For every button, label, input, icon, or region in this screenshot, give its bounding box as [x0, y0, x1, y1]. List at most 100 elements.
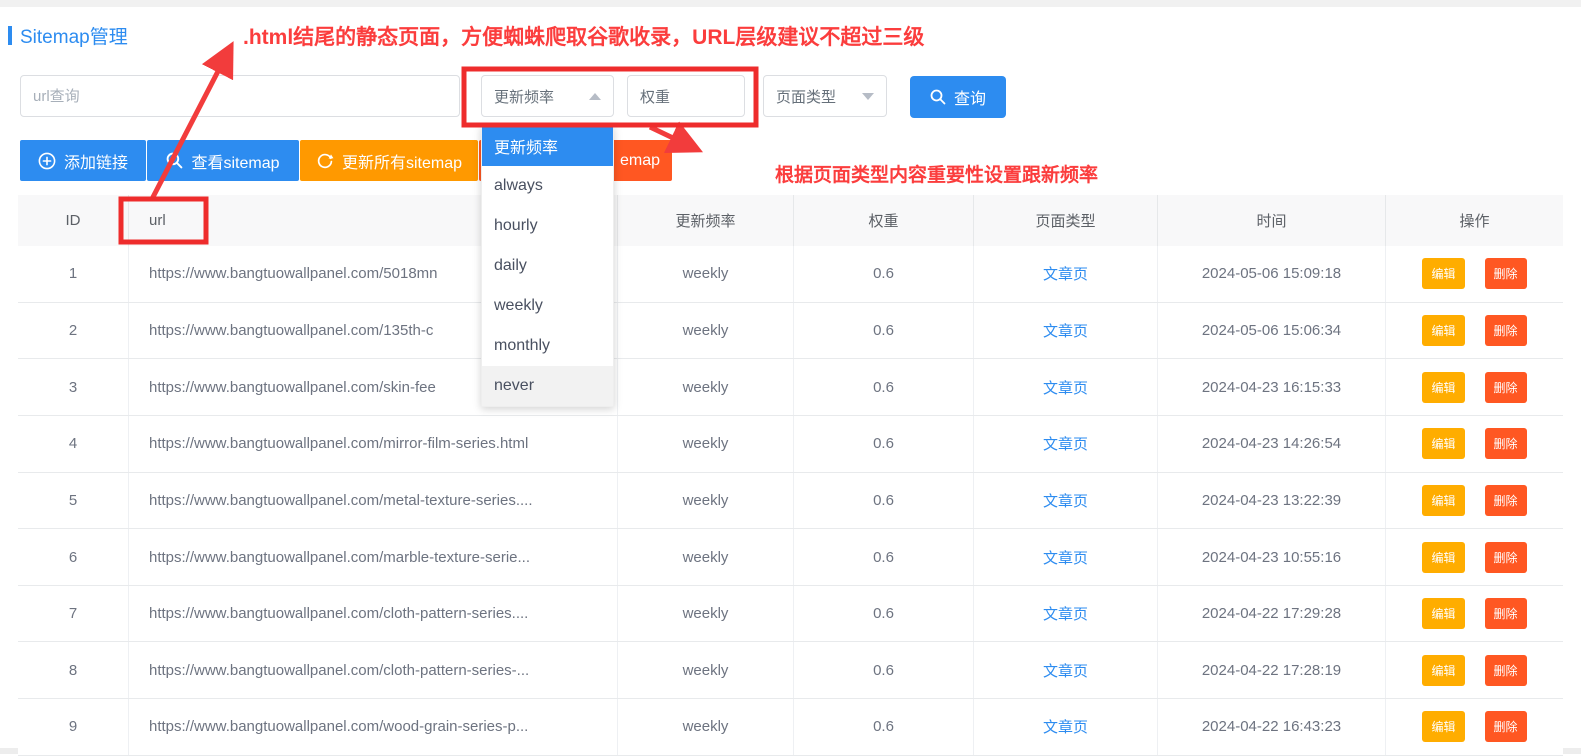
- edit-button[interactable]: 编辑: [1422, 655, 1464, 686]
- table-row: 3https://www.bangtuowallpanel.com/skin-f…: [18, 359, 1563, 416]
- cell-weight: 0.6: [793, 699, 973, 755]
- edit-button[interactable]: 编辑: [1422, 542, 1464, 573]
- cell-id: 8: [18, 642, 128, 698]
- page-type-link[interactable]: 文章页: [1043, 547, 1088, 568]
- title-accent-bar: [8, 26, 12, 45]
- delete-button[interactable]: 删除: [1485, 372, 1527, 403]
- cell-frequency: weekly: [617, 473, 793, 529]
- page-type-link[interactable]: 文章页: [1043, 377, 1088, 398]
- cell-frequency: weekly: [617, 416, 793, 472]
- delete-button[interactable]: 删除: [1485, 542, 1527, 573]
- cell-time: 2024-04-23 10:55:16: [1157, 529, 1385, 585]
- cell-time: 2024-04-23 14:26:54: [1157, 416, 1385, 472]
- cell-id: 9: [18, 699, 128, 755]
- cell-frequency: weekly: [617, 246, 793, 302]
- cell-url: https://www.bangtuowallpanel.com/metal-t…: [128, 473, 617, 529]
- search-icon: [166, 152, 183, 169]
- dropdown-option-weekly[interactable]: weekly: [482, 286, 613, 326]
- edit-button[interactable]: 编辑: [1422, 485, 1464, 516]
- add-link-button[interactable]: 添加链接: [20, 140, 146, 181]
- cell-operations: 编辑删除: [1385, 642, 1563, 698]
- table-row: 2https://www.bangtuowallpanel.com/135th-…: [18, 303, 1563, 360]
- delete-button[interactable]: 删除: [1485, 655, 1527, 686]
- url-search-input[interactable]: [20, 75, 460, 117]
- page-type-link[interactable]: 文章页: [1043, 716, 1088, 737]
- cell-time: 2024-05-06 15:09:18: [1157, 246, 1385, 302]
- dropdown-option-never[interactable]: never: [482, 366, 613, 406]
- page-type-link[interactable]: 文章页: [1043, 660, 1088, 681]
- cell-page-type: 文章页: [973, 303, 1157, 359]
- page-type-select[interactable]: 页面类型: [763, 75, 887, 117]
- page-type-link[interactable]: 文章页: [1043, 320, 1088, 341]
- cell-operations: 编辑删除: [1385, 416, 1563, 472]
- update-all-sitemap-button[interactable]: 更新所有sitemap: [300, 140, 478, 181]
- dropdown-option-monthly[interactable]: monthly: [482, 326, 613, 366]
- table-row: 7https://www.bangtuowallpanel.com/cloth-…: [18, 586, 1563, 643]
- cell-url: https://www.bangtuowallpanel.com/cloth-p…: [128, 642, 617, 698]
- cell-url: https://www.bangtuowallpanel.com/wood-gr…: [128, 699, 617, 755]
- cell-id: 6: [18, 529, 128, 585]
- table-row: 5https://www.bangtuowallpanel.com/metal-…: [18, 473, 1563, 530]
- edit-button[interactable]: 编辑: [1422, 372, 1464, 403]
- cell-weight: 0.6: [793, 586, 973, 642]
- partially-hidden-sitemap-label: emap: [620, 152, 660, 170]
- delete-button[interactable]: 删除: [1485, 598, 1527, 629]
- cell-time: 2024-04-22 17:29:28: [1157, 586, 1385, 642]
- page-type-link[interactable]: 文章页: [1043, 490, 1088, 511]
- cell-page-type: 文章页: [973, 529, 1157, 585]
- cell-operations: 编辑删除: [1385, 699, 1563, 755]
- edit-button[interactable]: 编辑: [1422, 598, 1464, 629]
- cell-time: 2024-04-23 16:15:33: [1157, 359, 1385, 415]
- cell-id: 1: [18, 246, 128, 302]
- column-header: 操作: [1385, 195, 1563, 246]
- cell-page-type: 文章页: [973, 586, 1157, 642]
- column-header: 更新频率: [617, 195, 793, 246]
- column-header: 权重: [793, 195, 973, 246]
- cell-frequency: weekly: [617, 359, 793, 415]
- view-sitemap-button[interactable]: 查看sitemap: [147, 140, 299, 181]
- weight-select[interactable]: 权重: [627, 75, 745, 117]
- cell-id: 3: [18, 359, 128, 415]
- cell-page-type: 文章页: [973, 473, 1157, 529]
- dropdown-option-selected[interactable]: 更新频率: [482, 126, 613, 166]
- table-row: 1https://www.bangtuowallpanel.com/5018mn…: [18, 246, 1563, 303]
- top-strip: [0, 0, 1581, 7]
- frequency-select[interactable]: 更新频率: [481, 75, 614, 117]
- edit-button[interactable]: 编辑: [1422, 258, 1464, 289]
- annotation-top-note: .html结尾的静态页面，方便蜘蛛爬取谷歌收录，URL层级建议不超过三级: [243, 21, 924, 51]
- page-type-link[interactable]: 文章页: [1043, 603, 1088, 624]
- edit-button[interactable]: 编辑: [1422, 428, 1464, 459]
- cell-operations: 编辑删除: [1385, 473, 1563, 529]
- cell-page-type: 文章页: [973, 246, 1157, 302]
- cell-id: 2: [18, 303, 128, 359]
- cell-operations: 编辑删除: [1385, 246, 1563, 302]
- edit-button[interactable]: 编辑: [1422, 711, 1464, 742]
- delete-button[interactable]: 删除: [1485, 428, 1527, 459]
- dropdown-option-daily[interactable]: daily: [482, 246, 613, 286]
- cell-weight: 0.6: [793, 246, 973, 302]
- table-body: 1https://www.bangtuowallpanel.com/5018mn…: [18, 246, 1563, 756]
- search-button[interactable]: 查询: [910, 76, 1006, 118]
- delete-button[interactable]: 删除: [1485, 485, 1527, 516]
- dropdown-option-hourly[interactable]: hourly: [482, 206, 613, 246]
- table-row: 6https://www.bangtuowallpanel.com/marble…: [18, 529, 1563, 586]
- chevron-up-icon: [589, 93, 601, 100]
- delete-button[interactable]: 删除: [1485, 315, 1527, 346]
- cell-time: 2024-05-06 15:06:34: [1157, 303, 1385, 359]
- cell-frequency: weekly: [617, 699, 793, 755]
- column-header: ID: [18, 195, 128, 246]
- page-type-link[interactable]: 文章页: [1043, 433, 1088, 454]
- frequency-select-label: 更新频率: [494, 86, 589, 107]
- dropdown-option-always[interactable]: always: [482, 166, 613, 206]
- delete-button[interactable]: 删除: [1485, 258, 1527, 289]
- cell-frequency: weekly: [617, 529, 793, 585]
- page-type-link[interactable]: 文章页: [1043, 263, 1088, 284]
- edit-button[interactable]: 编辑: [1422, 315, 1464, 346]
- search-button-label: 查询: [954, 85, 986, 109]
- weight-select-label: 权重: [640, 86, 732, 107]
- delete-button[interactable]: 删除: [1485, 711, 1527, 742]
- refresh-icon: [316, 152, 334, 170]
- table-header-row: IDurl更新频率权重页面类型时间操作: [18, 195, 1563, 246]
- cell-page-type: 文章页: [973, 699, 1157, 755]
- cell-page-type: 文章页: [973, 359, 1157, 415]
